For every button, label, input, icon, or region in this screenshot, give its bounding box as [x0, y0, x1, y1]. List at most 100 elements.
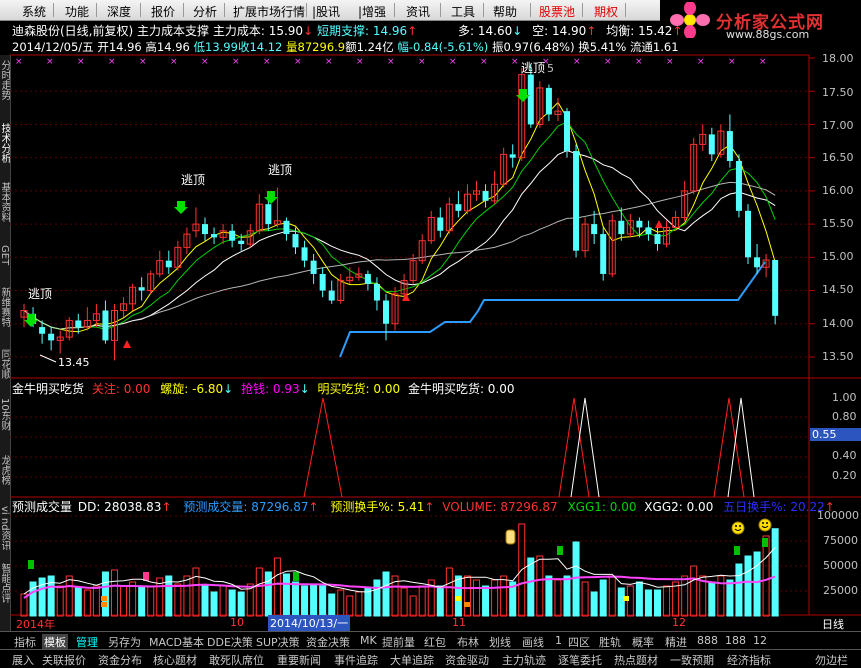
volume-marker: [101, 596, 107, 601]
svg-text:×: ×: [697, 57, 705, 67]
volume-bar: [328, 593, 336, 617]
tab-template[interactable]: 模板: [42, 634, 68, 650]
volume-bar: [282, 573, 290, 617]
candle-body: [772, 259, 779, 316]
vol-tick: 75000: [823, 534, 858, 547]
volume-marker: [464, 602, 470, 607]
volume-bar: [192, 567, 200, 617]
date-nov: 11: [452, 616, 466, 629]
escape-label: 逃顶: [181, 173, 206, 187]
date-cursor: 2014/10/13/一: [268, 615, 351, 631]
candle-body: [455, 204, 462, 211]
bag-icon: [505, 529, 516, 545]
tab-manage[interactable]: 管理: [76, 634, 98, 650]
volume-bar: [409, 595, 417, 617]
volume-bar: [310, 583, 318, 617]
ind1-current-value: 0.55: [810, 428, 861, 441]
svg-text:×: ×: [759, 57, 767, 67]
tab-redpack[interactable]: 红包: [424, 634, 446, 650]
tab-sup[interactable]: SUP决策: [256, 634, 300, 650]
volume-bar: [301, 585, 309, 617]
tab-dde[interactable]: DDE决策: [207, 634, 253, 650]
tab-lead[interactable]: 提前量: [382, 634, 415, 650]
volume-marker: [101, 602, 107, 607]
vol-tick: 50000: [823, 559, 858, 572]
tab-advance[interactable]: 精进: [665, 634, 687, 650]
svg-text:×: ×: [46, 57, 54, 67]
escape-label: 逃顶: [28, 287, 53, 301]
price-tick: 14.50: [822, 283, 854, 296]
volume-bar: [264, 571, 272, 617]
kline-chart[interactable]: × × × × × × × × × × × × × × × × × × × × × × × × ×: [0, 0, 861, 631]
svg-text:×: ×: [387, 57, 395, 67]
volume-bar: [473, 579, 480, 617]
price-tick: 13.50: [822, 350, 854, 363]
candle-body: [75, 320, 82, 328]
svg-text:×: ×: [170, 57, 178, 67]
candle-body: [726, 131, 733, 161]
tab-draw-line[interactable]: 划线: [489, 634, 511, 650]
volume-bar: [617, 587, 625, 617]
volume-bar: [65, 575, 73, 617]
bottom-info-bar: 展入 关联报价 资金分布 核心题材 敢死队席位 重要新闻 事件追踪 大单追踪 资…: [0, 649, 861, 667]
svg-text:×: ×: [418, 57, 426, 67]
candle-body: [708, 134, 715, 155]
volume-bar: [83, 589, 91, 617]
volume-signal-block: [734, 546, 740, 555]
volume-bar: [228, 589, 236, 617]
candle-body: [283, 220, 290, 235]
candle-body: [301, 247, 308, 261]
price-tick: 15.00: [822, 250, 854, 263]
tab-one[interactable]: 1: [555, 634, 562, 647]
tab-boll[interactable]: 布林: [457, 634, 479, 650]
candle-body: [654, 234, 661, 245]
candle-body: [48, 333, 55, 341]
svg-text:×: ×: [15, 57, 23, 67]
volume-bar: [101, 571, 109, 617]
candle-body: [138, 287, 145, 291]
candle-body: [229, 230, 236, 241]
price-tick: 16.00: [822, 184, 854, 197]
tab-probability[interactable]: 概率: [632, 634, 654, 650]
tab-indicator[interactable]: 指标: [14, 634, 36, 650]
svg-text:×: ×: [108, 57, 116, 67]
signal-peak: [558, 397, 590, 498]
red-up-triangle-icon: [123, 340, 131, 348]
svg-text:×: ×: [263, 57, 271, 67]
tab-12[interactable]: 12: [753, 634, 767, 647]
tab-188[interactable]: 188: [725, 634, 746, 647]
volume-bar: [482, 585, 490, 617]
period-label[interactable]: 日线: [822, 616, 844, 632]
high-mark: 5: [547, 62, 554, 75]
svg-text:×: ×: [77, 57, 85, 67]
tab-fund[interactable]: 资金决策: [306, 634, 350, 650]
price-tick: 18.00: [822, 52, 854, 65]
green-down-arrow-icon: [264, 191, 278, 204]
volume-bar: [753, 551, 761, 617]
tab-paint-line[interactable]: 画线: [522, 634, 544, 650]
volume-bar: [554, 579, 562, 617]
volume-bar: [346, 595, 354, 617]
tab-four-zone[interactable]: 四区: [568, 634, 590, 650]
vol-tick: 25000: [823, 584, 858, 597]
tab-macd[interactable]: MACD基本: [149, 634, 204, 650]
volume-bar: [382, 571, 390, 617]
tab-888[interactable]: 888: [697, 634, 718, 647]
svg-text:×: ×: [728, 57, 736, 67]
candle-body: [591, 224, 598, 235]
volume-bar: [735, 563, 743, 617]
candle-body: [102, 310, 109, 341]
tab-mk[interactable]: MK: [360, 634, 377, 647]
candle-body: [573, 151, 580, 251]
candle-body: [39, 327, 46, 334]
volume-bar: [563, 575, 571, 617]
volume-bar: [337, 589, 345, 617]
svg-text:×: ×: [449, 57, 457, 67]
volume-bar: [744, 555, 752, 617]
price-tick: 15.50: [822, 217, 854, 230]
volume-bar: [771, 528, 779, 617]
candle-body: [754, 257, 761, 268]
svg-text:×: ×: [604, 57, 612, 67]
tab-save-as[interactable]: 另存为: [108, 634, 141, 650]
tab-win-track[interactable]: 胜轨: [599, 634, 621, 650]
